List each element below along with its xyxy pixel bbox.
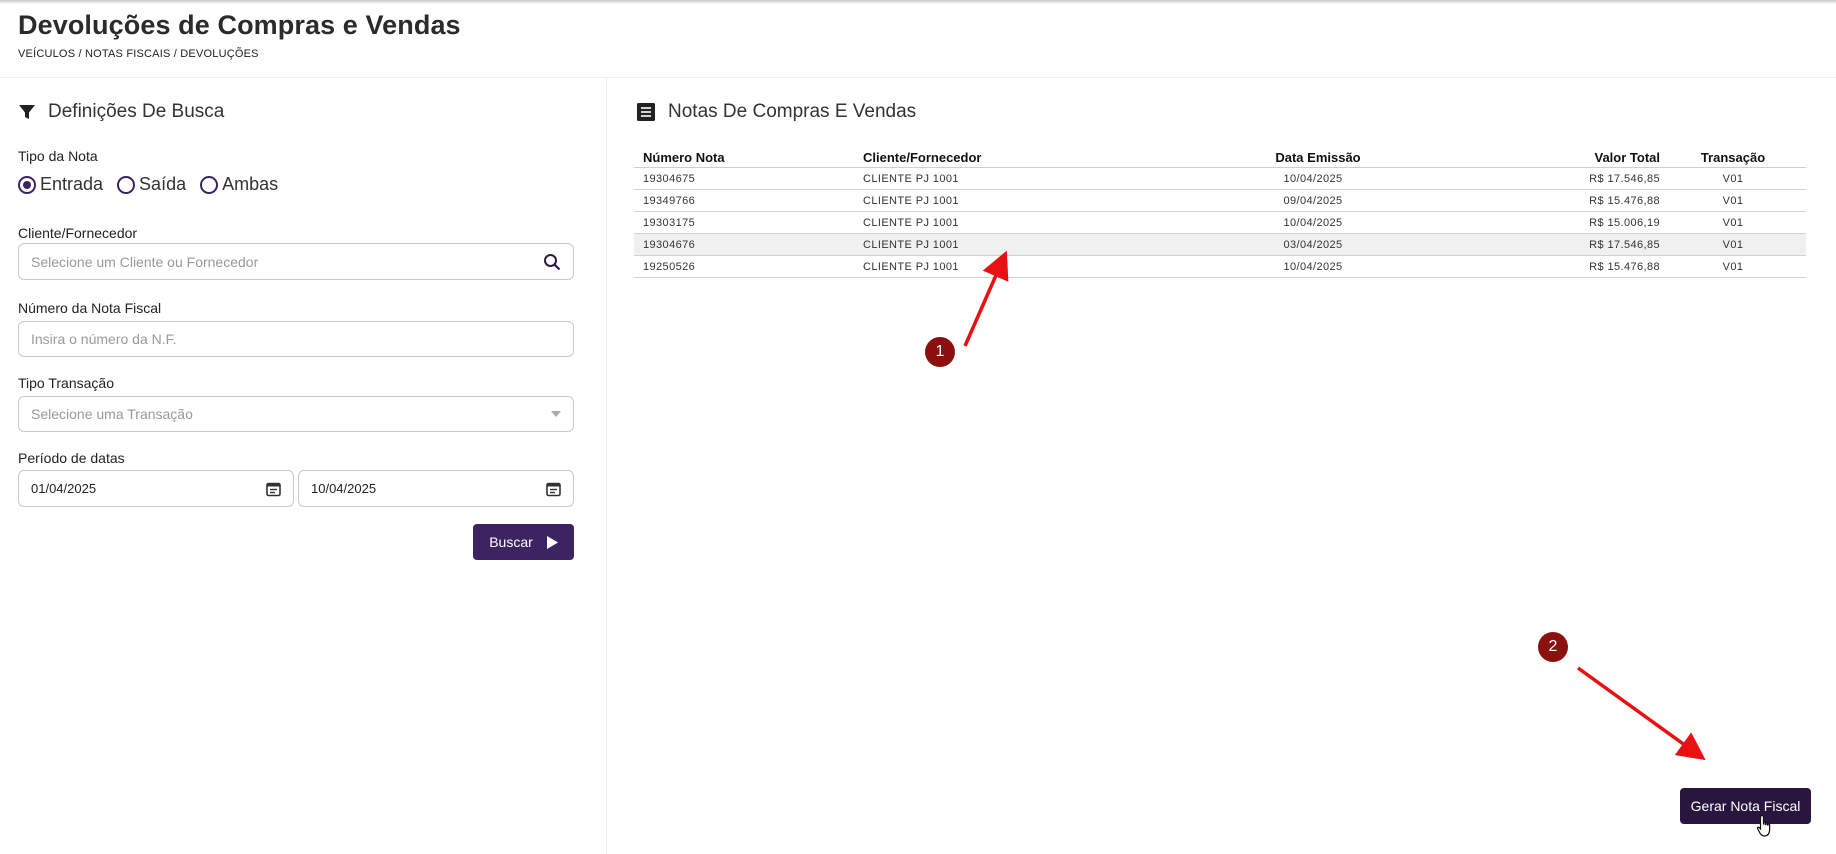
annotation-arrow-2 — [1576, 666, 1706, 761]
hand-cursor-icon — [1756, 814, 1771, 837]
gerar-nota-fiscal-label: Gerar Nota Fiscal — [1690, 798, 1801, 814]
annotation-arrows — [963, 250, 1706, 761]
annotation-badge-1: 1 — [925, 337, 955, 367]
annotation-arrow-1 — [963, 250, 1009, 347]
annotation-badge-2: 2 — [1538, 632, 1568, 662]
gerar-nota-fiscal-button[interactable]: Gerar Nota Fiscal — [1680, 788, 1811, 824]
